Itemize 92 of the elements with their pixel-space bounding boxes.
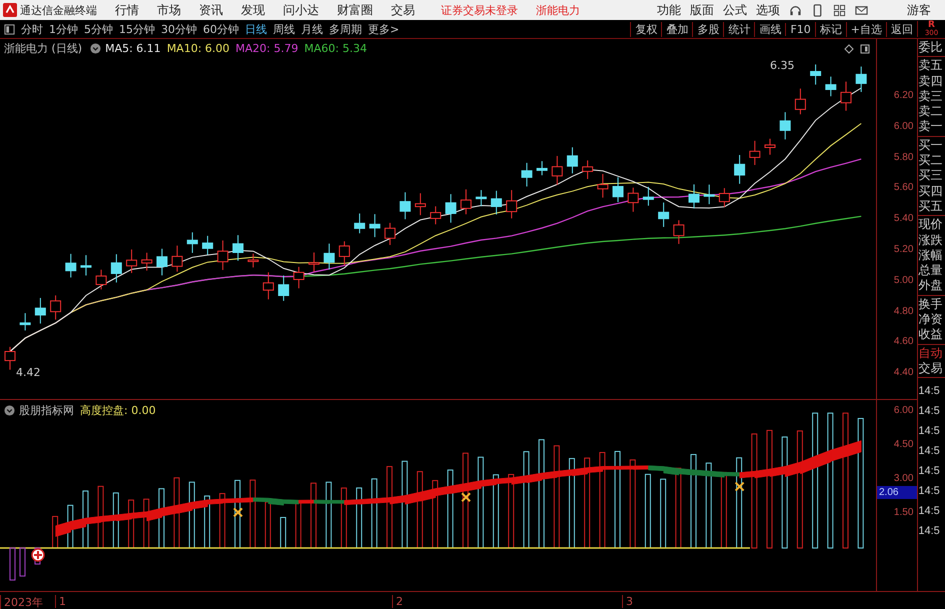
period-tab[interactable]: 分时 xyxy=(21,22,43,36)
menu-item[interactable]: 公式 xyxy=(723,2,747,18)
menu-item[interactable]: 功能 xyxy=(657,2,681,18)
quote-label: 买三 xyxy=(918,168,944,184)
period-tab[interactable]: 60分钟 xyxy=(203,22,239,36)
trade-time: 14:5 xyxy=(918,484,941,500)
axis-label: 6.20 xyxy=(894,90,914,102)
axis-label: 6.00 xyxy=(894,405,914,417)
quote-label: 买四 xyxy=(918,184,944,199)
axis-label: 5.20 xyxy=(894,244,914,256)
axis-label: 5.00 xyxy=(894,274,914,287)
toolbar-button[interactable]: 标记 xyxy=(814,22,846,36)
toolbar-button[interactable]: 多股 xyxy=(692,22,724,36)
quote-label: 卖三 xyxy=(918,88,944,104)
period-tab[interactable]: 更多> xyxy=(368,22,400,36)
quote-label: 卖四 xyxy=(918,74,944,89)
indicator-param: 高度控盘: 0.00 xyxy=(80,403,156,418)
trade-time: 14:5 xyxy=(918,464,941,480)
trade-time: 14:5 xyxy=(918,524,941,540)
trade-time: 14:5 xyxy=(918,504,941,520)
current-value-label: 2.06 xyxy=(877,486,918,499)
quote-label: 卖一 xyxy=(918,119,944,135)
menu-item[interactable]: 交易 xyxy=(391,2,415,18)
menu-item[interactable]: 资讯 xyxy=(199,2,223,18)
quote-label: 委比 xyxy=(918,40,944,56)
date-label: 2 xyxy=(392,595,403,608)
axis-label: 6.00 xyxy=(894,120,914,133)
quote-label: 交易 xyxy=(918,360,944,376)
quote-label: 外盘 xyxy=(918,278,944,294)
quote-label: 买一 xyxy=(918,138,944,154)
date-label: 1 xyxy=(55,595,66,608)
axis-label: 4.60 xyxy=(894,336,914,348)
period-tab[interactable]: 日线 xyxy=(245,22,267,36)
quote-label: 涨幅 xyxy=(918,248,944,264)
quote-label: 总量 xyxy=(918,263,944,278)
period-tab[interactable]: 5分钟 xyxy=(84,22,113,36)
axis-label: 5.60 xyxy=(894,182,914,194)
period-tab[interactable]: 30分钟 xyxy=(161,22,197,36)
ma-value: MA5: 6.11 xyxy=(105,42,161,55)
high-price-label: 6.35 xyxy=(770,59,794,72)
toolbar-button[interactable]: 画线 xyxy=(754,22,786,36)
ma-value: MA10: 6.00 xyxy=(166,42,230,55)
quote-label: 买二 xyxy=(918,153,944,168)
menu-item[interactable]: 行情 xyxy=(115,2,139,18)
quote-label: 买五 xyxy=(918,198,944,214)
axis-label: 4.40 xyxy=(894,367,914,380)
mode-label[interactable]: 自动 xyxy=(918,346,945,361)
quote-label: 收益 xyxy=(918,327,944,343)
toolbar-button[interactable]: 叠加 xyxy=(661,22,692,36)
date-label: 3 xyxy=(622,595,633,608)
chart-title: 浙能电力 (日线) xyxy=(4,41,82,56)
toolbar-button[interactable]: F10 xyxy=(785,22,815,36)
axis-label: 1.50 xyxy=(894,507,914,519)
ma-value: MA60: 5.34 xyxy=(304,42,367,55)
axis-label: 4.80 xyxy=(894,306,914,318)
menu-item[interactable]: 版面 xyxy=(690,2,714,18)
toolbar-button[interactable]: +自选 xyxy=(846,22,886,36)
axis-label: 5.40 xyxy=(894,213,914,226)
toolbar-button[interactable]: 复权 xyxy=(630,22,662,36)
menu-item[interactable]: 市场 xyxy=(157,2,181,18)
quote-label: 卖二 xyxy=(918,104,944,120)
axis-label: 4.50 xyxy=(894,439,914,451)
trade-time: 14:5 xyxy=(918,424,941,440)
quote-label: 卖五 xyxy=(918,58,944,74)
notice-text: 浙能电力 xyxy=(536,2,580,18)
period-tab[interactable]: 多周期 xyxy=(329,22,362,36)
period-tab[interactable]: 1分钟 xyxy=(49,22,78,36)
menu-item[interactable]: 选项 xyxy=(756,2,780,18)
toolbar-button[interactable]: 统计 xyxy=(723,22,754,36)
period-tab[interactable]: 15分钟 xyxy=(119,22,155,36)
menu-item[interactable]: 问小达 xyxy=(283,2,319,18)
axis-label: 5.80 xyxy=(894,152,914,164)
menu-item[interactable]: 财富圈 xyxy=(337,2,373,18)
quote-label: 现价 xyxy=(918,217,944,233)
quote-label: 涨跌 xyxy=(918,232,944,248)
menu-item[interactable]: 发现 xyxy=(241,2,265,18)
period-tab[interactable]: 周线 xyxy=(273,22,295,36)
trade-time: 14:5 xyxy=(918,384,941,400)
date-label: 2023年 xyxy=(0,595,43,609)
low-price-label: 4.42 xyxy=(16,366,40,379)
trade-time: 14:5 xyxy=(918,444,941,460)
app-title: 通达信金融终端 xyxy=(20,2,97,18)
toolbar-button[interactable]: 返回 xyxy=(886,22,917,36)
ma-value: MA20: 5.79 xyxy=(236,42,298,55)
trade-time: 14:5 xyxy=(918,404,941,420)
user-label[interactable]: 游客 xyxy=(907,2,931,18)
quote-label: 换手 xyxy=(918,296,944,312)
notice-text: 证券交易未登录 xyxy=(441,2,518,18)
axis-label: 3.00 xyxy=(894,473,914,485)
period-tab[interactable]: 月线 xyxy=(301,22,323,36)
quote-label: 净资 xyxy=(918,312,944,328)
indicator-title: 股朋指标网 xyxy=(19,403,74,418)
